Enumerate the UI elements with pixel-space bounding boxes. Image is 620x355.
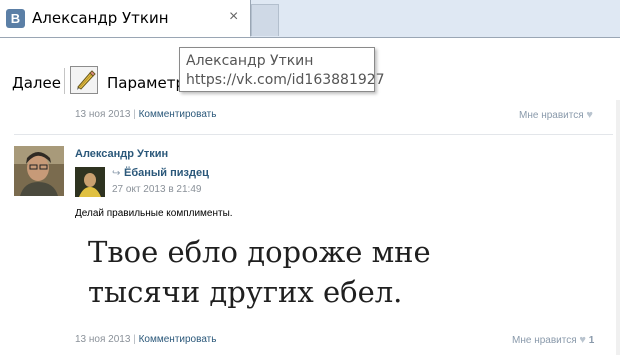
prev-post-footer: 13 ноя 2013 | Комментировать bbox=[75, 109, 216, 120]
tooltip-name: Александр Уткин bbox=[186, 53, 314, 69]
tab-strip: В Александр Уткин × bbox=[0, 0, 620, 38]
next-button[interactable]: Далее bbox=[12, 74, 61, 92]
like-label: Мне нравится bbox=[519, 110, 584, 121]
like-button[interactable]: Мне нравится ♥ bbox=[519, 109, 593, 121]
pencil-icon bbox=[77, 70, 96, 90]
like-count: 1 bbox=[588, 335, 595, 346]
post-date[interactable]: 13 ноя 2013 bbox=[75, 109, 130, 120]
author-name[interactable]: Александр Уткин bbox=[75, 148, 168, 160]
repost-group-name[interactable]: Ёбаный пиздец bbox=[124, 167, 209, 179]
browser-tab[interactable]: В Александр Уткин × bbox=[0, 0, 251, 37]
close-icon[interactable]: × bbox=[229, 8, 238, 26]
post-divider bbox=[14, 134, 613, 135]
post-footer: 13 ноя 2013 | Комментировать bbox=[75, 334, 216, 345]
post-image-text[interactable]: Твое ебло дороже мне тысячи других ебел. bbox=[88, 232, 528, 312]
tooltip-url: https://vk.com/id163881927 bbox=[186, 72, 385, 88]
footer-separator: | bbox=[133, 334, 136, 345]
edit-button[interactable] bbox=[70, 66, 98, 94]
scrollbar[interactable] bbox=[616, 100, 620, 355]
vk-favicon-icon: В bbox=[6, 9, 25, 28]
comment-link[interactable]: Комментировать bbox=[139, 334, 217, 345]
new-tab-button[interactable] bbox=[251, 4, 279, 36]
author-avatar[interactable] bbox=[14, 146, 64, 196]
like-button[interactable]: Мне нравится ♥ 1 bbox=[512, 334, 594, 346]
heart-icon: ♥ bbox=[579, 334, 586, 346]
heart-icon: ♥ bbox=[586, 109, 593, 121]
repost-date[interactable]: 27 окт 2013 в 21:49 bbox=[112, 184, 201, 195]
post-text: Делай правильные комплименты. bbox=[75, 208, 233, 219]
comment-link[interactable]: Комментировать bbox=[139, 109, 217, 120]
toolbar-divider bbox=[64, 68, 65, 94]
link-tooltip: Александр Уткин https://vk.com/id1638819… bbox=[179, 47, 385, 92]
tab-title: Александр Уткин bbox=[32, 9, 169, 27]
like-label: Мне нравится bbox=[512, 335, 577, 346]
repost-arrow-icon: ↪ bbox=[112, 168, 121, 179]
footer-separator: | bbox=[133, 109, 136, 120]
group-avatar[interactable] bbox=[75, 167, 105, 197]
post-date[interactable]: 13 ноя 2013 bbox=[75, 334, 130, 345]
